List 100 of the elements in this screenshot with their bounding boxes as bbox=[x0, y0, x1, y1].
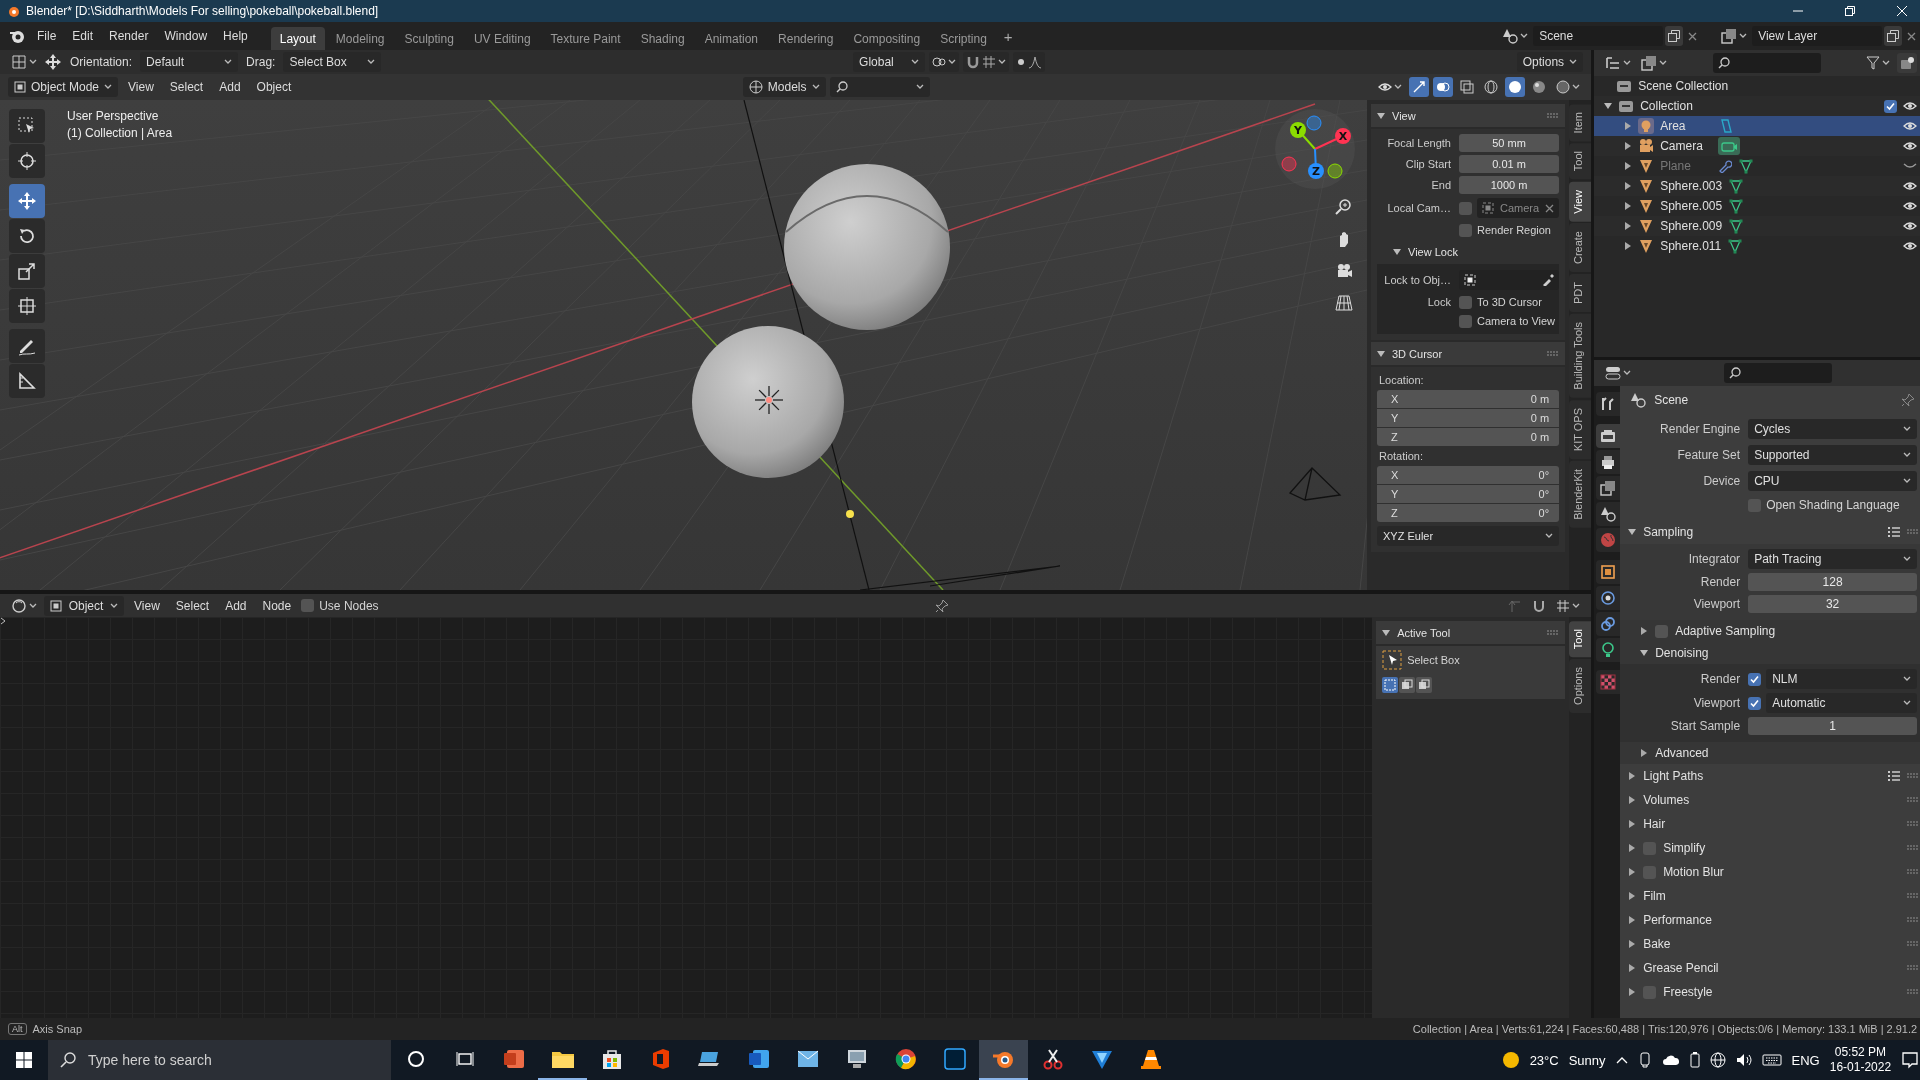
axis-handle[interactable]: X bbox=[1314, 128, 1351, 150]
sidebar-tab[interactable]: View bbox=[1569, 181, 1592, 222]
shader-type-dropdown[interactable]: Object bbox=[44, 595, 124, 616]
workspace-tab[interactable]: Sculpting bbox=[395, 26, 463, 50]
scene-field[interactable]: Scene bbox=[1533, 26, 1664, 46]
menu-item[interactable]: Select bbox=[163, 78, 210, 96]
checkbox-label: Open Shading Language bbox=[1766, 498, 1900, 512]
menu-item[interactable]: Edit bbox=[65, 26, 101, 46]
number-field[interactable]: 0.01 m bbox=[1459, 155, 1560, 173]
field-label: Viewport bbox=[1692, 696, 1741, 710]
sidebar-tab[interactable]: PDT bbox=[1569, 274, 1592, 313]
dropdown[interactable]: NLM bbox=[1766, 669, 1918, 689]
field-label: Clip Start bbox=[1404, 158, 1451, 170]
drag-dropdown[interactable]: Select Box bbox=[283, 52, 382, 72]
number-field[interactable]: 128 bbox=[1748, 573, 1918, 591]
dropdown[interactable]: Automatic bbox=[1766, 693, 1918, 713]
outliner-row[interactable]: Area bbox=[1594, 116, 1920, 136]
sidebar-tab[interactable]: KIT OPS bbox=[1569, 399, 1592, 460]
number-field[interactable]: 1 bbox=[1748, 717, 1918, 735]
section-label: Location: bbox=[1378, 373, 1425, 388]
panel-header[interactable]: Denoising bbox=[1620, 642, 1920, 664]
panel-header[interactable]: Active Tool bbox=[1376, 621, 1566, 644]
axis-handle[interactable]: Y bbox=[1290, 122, 1316, 150]
section-label: Rotation: bbox=[1378, 449, 1425, 464]
transform-orientation-dropdown[interactable]: Global bbox=[853, 52, 926, 72]
workspace-tab[interactable]: UV Editing bbox=[464, 26, 540, 50]
dropdown[interactable]: Cycles bbox=[1748, 419, 1918, 439]
menu-item[interactable]: Object bbox=[250, 78, 298, 96]
number-field[interactable]: X 0° bbox=[1377, 466, 1560, 484]
workspace-tab[interactable]: Scripting bbox=[931, 26, 996, 50]
workspace-tab[interactable]: Layout bbox=[270, 26, 325, 50]
dropdown[interactable]: CPU bbox=[1748, 471, 1918, 491]
number-field[interactable]: 1000 m bbox=[1459, 176, 1560, 194]
menu-item[interactable]: View bbox=[122, 78, 160, 96]
field-label: Render bbox=[1699, 575, 1741, 589]
checkbox-label: Render Region bbox=[1477, 224, 1551, 236]
field-label: Drag: bbox=[245, 55, 277, 69]
number-field[interactable]: Z 0 m bbox=[1377, 428, 1560, 446]
workspace-tab[interactable]: Compositing bbox=[844, 26, 930, 50]
sidebar-tab[interactable]: Tool bbox=[1569, 143, 1592, 180]
menu-item[interactable]: Render bbox=[102, 26, 156, 46]
weather-condition: Sunny bbox=[1568, 1052, 1606, 1068]
add-workspace-button[interactable]: + bbox=[997, 25, 1019, 47]
menu-item[interactable]: Select bbox=[169, 596, 216, 615]
panel-header[interactable]: 3D Cursor bbox=[1371, 342, 1566, 365]
number-field[interactable]: Z 0° bbox=[1377, 504, 1560, 522]
menu-item[interactable]: Node bbox=[256, 596, 298, 615]
taskbar-search-field[interactable]: Type here to search bbox=[48, 1040, 391, 1080]
sidebar-tab[interactable]: Building Tools bbox=[1569, 314, 1592, 398]
field-label: Focal Length bbox=[1386, 137, 1451, 149]
menu-item[interactable]: Window bbox=[157, 26, 215, 46]
field-label: Viewport bbox=[1692, 597, 1741, 611]
panel-header[interactable]: Advanced bbox=[1620, 742, 1920, 764]
number-field[interactable]: Y 0 m bbox=[1377, 409, 1560, 427]
options-dropdown[interactable]: Options bbox=[1516, 52, 1584, 72]
orientation-dropdown[interactable]: Default bbox=[140, 52, 239, 72]
field-label: Render Engine bbox=[1659, 422, 1741, 436]
input-language: ENG bbox=[1791, 1052, 1820, 1068]
menu-item[interactable]: Help bbox=[216, 26, 255, 46]
scene-statistics: Collection | Area | Verts:61,224 | Faces:60,488 | Tris:120,976 | Objects:0/6 | Memory: 133.1 MiB | 2.91.2 bbox=[1412, 1023, 1918, 1035]
sidebar-tab[interactable]: BlenderKit bbox=[1569, 461, 1592, 528]
collection-filter-dropdown[interactable]: Models bbox=[742, 77, 826, 97]
view-layer-field[interactable]: View Layer bbox=[1752, 26, 1883, 46]
workspace-tab[interactable]: Rendering bbox=[769, 26, 843, 50]
workspace-tab[interactable]: Shading bbox=[631, 26, 694, 50]
number-field[interactable]: Y 0° bbox=[1377, 485, 1560, 503]
context-label: Scene bbox=[1654, 393, 1689, 407]
menu-item[interactable]: File bbox=[30, 26, 64, 46]
window-title: Blender* [D:\Siddharth\Models For selling\pokeball\pokeball.blend] bbox=[26, 4, 380, 18]
dropdown[interactable]: Path Tracing bbox=[1748, 549, 1918, 569]
menu-item[interactable]: Add bbox=[213, 78, 247, 96]
workspace-tab[interactable]: Modeling bbox=[326, 26, 394, 50]
status-hint: Axis Snap bbox=[32, 1023, 83, 1035]
sidebar-tab[interactable]: Options bbox=[1569, 659, 1592, 714]
temperature: 23°C bbox=[1529, 1052, 1559, 1068]
workspace-tab[interactable]: Texture Paint bbox=[541, 26, 630, 50]
sidebar-tab[interactable]: Tool bbox=[1569, 621, 1592, 658]
key-hint: Alt bbox=[8, 1023, 27, 1035]
number-field[interactable]: 50 mm bbox=[1459, 134, 1560, 152]
sidebar-tab[interactable]: Create bbox=[1569, 223, 1592, 273]
sidebar-tab[interactable]: Item bbox=[1569, 104, 1592, 142]
field-label: Start Sample bbox=[1669, 719, 1741, 733]
panel-header[interactable]: Adaptive Sampling bbox=[1620, 620, 1920, 642]
menu-item[interactable]: Add bbox=[219, 596, 253, 615]
rotation-mode-dropdown[interactable]: XYZ Euler bbox=[1377, 526, 1560, 546]
number-field[interactable]: 32 bbox=[1748, 595, 1918, 613]
dropdown[interactable]: Supported bbox=[1748, 445, 1918, 465]
field-label: Feature Set bbox=[1676, 448, 1741, 462]
workspace-tab[interactable]: Animation bbox=[695, 26, 768, 50]
subpanel-header[interactable]: View Lock bbox=[1377, 240, 1560, 263]
number-field[interactable]: X 0 m bbox=[1377, 390, 1560, 408]
clock-date: 16-01-2022 bbox=[1829, 1060, 1892, 1075]
field-label: Render bbox=[1699, 672, 1741, 686]
object-field[interactable]: Camera bbox=[1477, 198, 1560, 218]
mode-dropdown[interactable]: Object Mode bbox=[8, 77, 119, 97]
panel-header[interactable]: View bbox=[1371, 104, 1566, 127]
checkbox-label: To 3D Cursor bbox=[1477, 296, 1542, 308]
menu-item[interactable]: View bbox=[128, 596, 166, 615]
field-label: Integrator bbox=[1687, 552, 1741, 566]
field-label: Local Cam… bbox=[1386, 202, 1451, 214]
